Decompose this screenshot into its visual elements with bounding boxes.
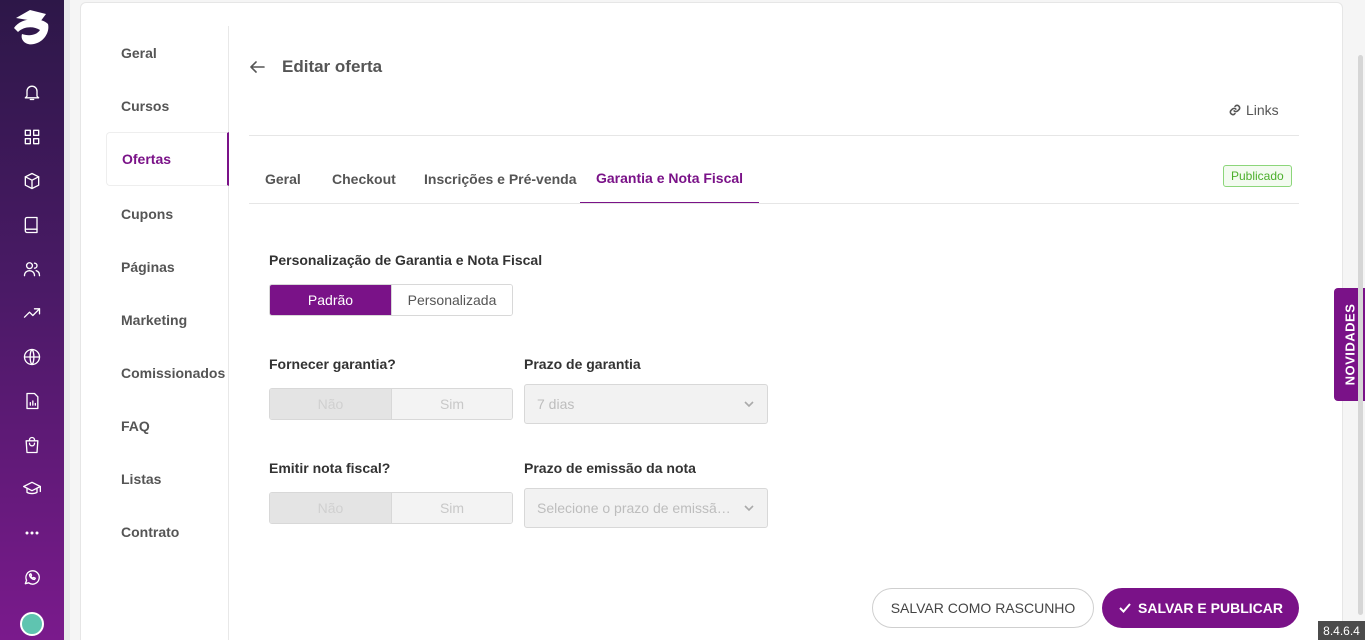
- links-button[interactable]: Links: [1228, 102, 1279, 118]
- menu-item-cupons[interactable]: Cupons: [106, 187, 229, 241]
- tab-geral[interactable]: Geral: [249, 154, 317, 204]
- user-avatar[interactable]: [20, 612, 44, 636]
- app-logo[interactable]: [10, 6, 54, 50]
- personalization-toggle: Padrão Personalizada: [269, 284, 513, 316]
- personalization-label: Personalização de Garantia e Nota Fiscal: [269, 252, 543, 268]
- report-icon[interactable]: [20, 389, 44, 413]
- tab-checkout[interactable]: Checkout: [316, 154, 412, 204]
- menu-item-faq[interactable]: FAQ: [106, 399, 229, 453]
- scrollbar[interactable]: [1358, 55, 1363, 615]
- menu-item-contrato[interactable]: Contrato: [106, 505, 229, 559]
- back-arrow-icon[interactable]: [248, 58, 266, 76]
- app-rail: [0, 0, 64, 640]
- invoice-period-select[interactable]: Selecione o prazo de emissão da nota: [524, 488, 768, 528]
- menu-item-geral[interactable]: Geral: [106, 26, 229, 80]
- menu-item-cursos[interactable]: Cursos: [106, 79, 229, 133]
- menu-item-listas[interactable]: Listas: [106, 452, 229, 506]
- warranty-option-nao[interactable]: Não: [270, 389, 391, 419]
- tabs-divider: [249, 203, 1299, 204]
- content-card: [80, 2, 1343, 640]
- graduation-cap-icon[interactable]: [20, 477, 44, 501]
- users-icon[interactable]: [20, 257, 44, 281]
- menu-item-paginas[interactable]: Páginas: [106, 240, 229, 294]
- page-title: Editar oferta: [282, 57, 383, 76]
- version-label: 8.4.6.4: [1318, 621, 1365, 640]
- shopping-bag-icon[interactable]: [20, 433, 44, 457]
- box-icon[interactable]: [20, 169, 44, 193]
- invoice-period-label: Prazo de emissão da nota: [524, 460, 696, 476]
- option-padrao[interactable]: Padrão: [270, 285, 391, 315]
- check-icon: [1119, 603, 1131, 613]
- invoice-label: Emitir nota fiscal?: [269, 460, 391, 476]
- warranty-label: Fornecer garantia?: [269, 356, 396, 372]
- invoice-option-nao[interactable]: Não: [270, 493, 391, 523]
- dashboard-icon[interactable]: [20, 125, 44, 149]
- warranty-period-label: Prazo de garantia: [524, 356, 641, 372]
- chevron-down-icon: [744, 401, 754, 408]
- offer-side-menu: Geral Cursos Ofertas Cupons Páginas Mark…: [106, 26, 229, 640]
- globe-icon[interactable]: [20, 345, 44, 369]
- warranty-period-select[interactable]: 7 dias: [524, 384, 768, 424]
- warranty-period-value: 7 dias: [537, 396, 575, 412]
- trending-up-icon[interactable]: [20, 301, 44, 325]
- whatsapp-icon[interactable]: [20, 565, 44, 589]
- link-icon: [1229, 104, 1241, 116]
- chevron-down-icon: [744, 505, 754, 512]
- invoice-toggle: Não Sim: [269, 492, 513, 524]
- status-badge: Publicado: [1223, 165, 1292, 187]
- novidades-label: NOVIDADES: [1342, 303, 1358, 386]
- invoice-option-sim[interactable]: Sim: [391, 493, 512, 523]
- rail-divider: [64, 0, 70, 640]
- more-icon[interactable]: [20, 521, 44, 545]
- book-icon[interactable]: [20, 213, 44, 237]
- warranty-option-sim[interactable]: Sim: [391, 389, 512, 419]
- warranty-toggle: Não Sim: [269, 388, 513, 420]
- option-personalizada[interactable]: Personalizada: [391, 285, 512, 315]
- tab-garantia-nota-fiscal[interactable]: Garantia e Nota Fiscal: [580, 154, 760, 204]
- invoice-period-placeholder: Selecione o prazo de emissão da nota: [537, 500, 737, 516]
- menu-item-ofertas[interactable]: Ofertas: [106, 132, 229, 186]
- header-divider: [249, 135, 1299, 136]
- save-publish-label: SALVAR E PUBLICAR: [1138, 600, 1283, 616]
- save-draft-button[interactable]: SALVAR COMO RASCUNHO: [872, 588, 1094, 628]
- links-label: Links: [1246, 102, 1279, 118]
- menu-item-marketing[interactable]: Marketing: [106, 293, 229, 347]
- bell-icon[interactable]: [20, 80, 44, 104]
- menu-item-comissionados[interactable]: Comissionados: [106, 346, 229, 400]
- tab-inscricoes-pre-venda[interactable]: Inscrições e Pré-venda: [408, 154, 593, 204]
- save-publish-button[interactable]: SALVAR E PUBLICAR: [1102, 588, 1299, 628]
